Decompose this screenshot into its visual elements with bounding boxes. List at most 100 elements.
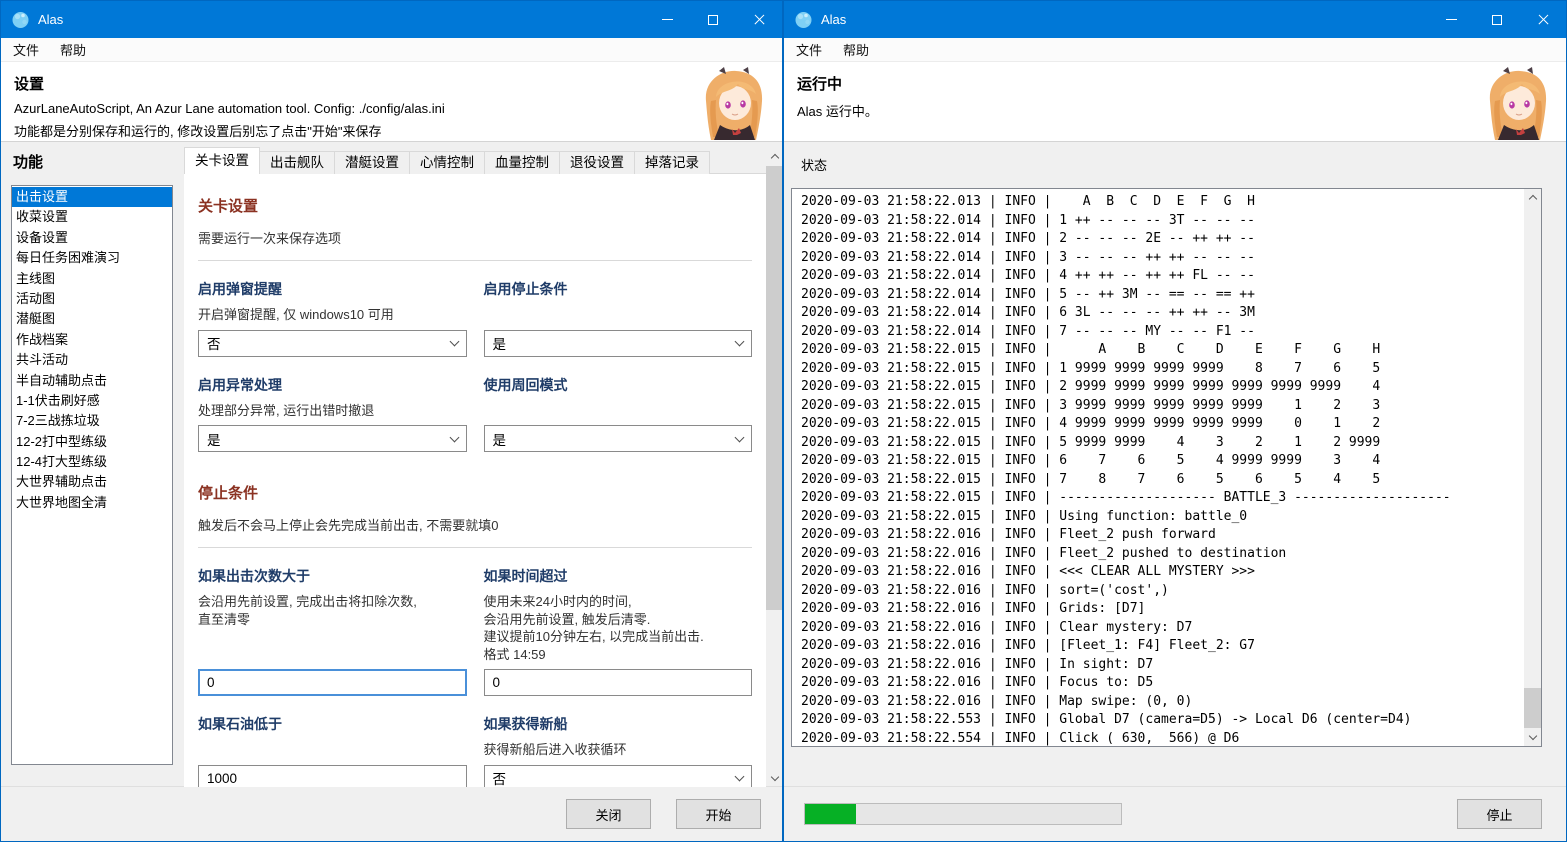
tab[interactable]: 关卡设置 bbox=[184, 147, 260, 174]
close-button[interactable]: 关闭 bbox=[566, 799, 651, 829]
section-title-stop: 停止条件 bbox=[198, 482, 752, 503]
bottom-bar: 关闭 开始 bbox=[1, 786, 782, 841]
dropdown[interactable]: 是 bbox=[484, 330, 753, 357]
tab[interactable]: 出击舰队 bbox=[259, 151, 335, 174]
scrollbar-up-icon[interactable] bbox=[766, 148, 783, 165]
text-input[interactable]: 0 bbox=[198, 669, 467, 696]
start-button[interactable]: 开始 bbox=[676, 799, 761, 829]
tab[interactable]: 掉落记录 bbox=[634, 151, 710, 174]
dropdown[interactable]: 否 bbox=[484, 765, 753, 788]
sidebar-item[interactable]: 出击设置 bbox=[12, 187, 172, 207]
section-subtitle-stop: 触发后不会马上停止会先完成当前出击, 不需要就填0 bbox=[198, 515, 752, 534]
sidebar-item[interactable]: 收菜设置 bbox=[12, 207, 172, 227]
section-title: 关卡设置 bbox=[198, 195, 752, 216]
description-line: 处理部分异常, 运行出错时撤退 bbox=[198, 402, 467, 420]
sidebar-item[interactable]: 1-1伏击刷好感 bbox=[12, 391, 172, 411]
maximize-icon bbox=[708, 15, 718, 25]
log-line: 2020-09-03 21:58:22.016 | INFO | <<< CLE… bbox=[801, 563, 1524, 582]
sidebar-item[interactable]: 7-2三战拣垃圾 bbox=[12, 411, 172, 431]
log-box[interactable]: 2020-09-03 21:58:22.013 | INFO | A B C D… bbox=[791, 188, 1542, 747]
dropdown[interactable]: 否 bbox=[198, 330, 467, 357]
description-line: 格式 14:59 bbox=[484, 646, 753, 664]
log-line: 2020-09-03 21:58:22.014 | INFO | 3 -- --… bbox=[801, 249, 1524, 268]
scrollbar-thumb[interactable] bbox=[766, 166, 783, 610]
sidebar-item[interactable]: 12-4打大型练级 bbox=[12, 452, 172, 472]
sidebar-item[interactable]: 大世界辅助点击 bbox=[12, 472, 172, 492]
maximize-button[interactable] bbox=[690, 1, 736, 38]
sidebar-item[interactable]: 潜艇图 bbox=[12, 309, 172, 329]
field-label: 如果石油低于 bbox=[198, 714, 467, 734]
form-rows-top: 启用弹窗提醒开启弹窗提醒, 仅 windows10 可用否启用停止条件是启用异常… bbox=[198, 279, 752, 452]
minimize-button[interactable] bbox=[644, 1, 690, 38]
sidebar-item[interactable]: 作战档案 bbox=[12, 330, 172, 350]
stop-button[interactable]: 停止 bbox=[1457, 799, 1542, 829]
window-title: Alas bbox=[821, 12, 846, 27]
minimize-icon bbox=[1446, 19, 1457, 20]
log-line: 2020-09-03 21:58:22.014 | INFO | 2 -- --… bbox=[801, 230, 1524, 249]
runner-window: Alas 文件 帮助 运行中 Alas 运行中。 状态 bbox=[783, 0, 1567, 842]
log-content: 2020-09-03 21:58:22.013 | INFO | A B C D… bbox=[792, 189, 1524, 746]
log-line: 2020-09-03 21:58:22.016 | INFO | Grids: … bbox=[801, 600, 1524, 619]
form-field: 如果石油低于 1000 bbox=[198, 714, 467, 787]
field-label: 启用异常处理 bbox=[198, 375, 467, 395]
form-row: 启用弹窗提醒开启弹窗提醒, 仅 windows10 可用否启用停止条件是 bbox=[198, 279, 752, 357]
log-scrollbar[interactable] bbox=[1524, 189, 1541, 746]
sidebar-item[interactable]: 12-2打中型练级 bbox=[12, 432, 172, 452]
close-window-button[interactable] bbox=[736, 1, 782, 38]
log-line: 2020-09-03 21:58:22.015 | INFO | 3 9999 … bbox=[801, 397, 1524, 416]
maximize-button[interactable] bbox=[1474, 1, 1520, 38]
tab[interactable]: 退役设置 bbox=[559, 151, 635, 174]
content-scrollbar[interactable] bbox=[766, 148, 783, 787]
progress-fill bbox=[805, 804, 856, 824]
dropdown-value: 是 bbox=[207, 429, 221, 449]
scrollbar-down-icon[interactable] bbox=[1524, 729, 1541, 746]
tab-bar: 关卡设置出击舰队潜艇设置心情控制血量控制退役设置掉落记录 bbox=[184, 147, 709, 174]
sidebar-item[interactable]: 半自动辅助点击 bbox=[12, 371, 172, 391]
dropdown[interactable]: 是 bbox=[198, 425, 467, 452]
field-description: 开启弹窗提醒, 仅 windows10 可用 bbox=[198, 306, 467, 324]
menu-item-help[interactable]: 帮助 bbox=[843, 40, 869, 59]
menu-item-help[interactable]: 帮助 bbox=[60, 40, 86, 59]
field-label: 如果时间超过 bbox=[484, 566, 753, 586]
page-description: Alas 运行中。 bbox=[797, 101, 1476, 120]
scrollbar-up-icon[interactable] bbox=[1524, 189, 1541, 206]
minimize-button[interactable] bbox=[1428, 1, 1474, 38]
log-line: 2020-09-03 21:58:22.015 | INFO | 2 9999 … bbox=[801, 378, 1524, 397]
chevron-down-icon bbox=[449, 337, 459, 347]
menu-item-file[interactable]: 文件 bbox=[796, 40, 822, 59]
app-header: 运行中 Alas 运行中。 bbox=[784, 62, 1566, 142]
page-description: AzurLaneAutoScript, An Azur Lane automat… bbox=[14, 101, 692, 116]
field-description: 会沿用先前设置, 完成出击将扣除次数,直至清零 bbox=[198, 593, 467, 628]
sidebar-item[interactable]: 活动图 bbox=[12, 289, 172, 309]
text-input[interactable]: 0 bbox=[484, 669, 753, 696]
form-rows-bottom: 如果出击次数大于会沿用先前设置, 完成出击将扣除次数,直至清零0如果时间超过使用… bbox=[198, 566, 752, 787]
sidebar-item[interactable]: 每日任务困难演习 bbox=[12, 248, 172, 268]
scrollbar-down-icon[interactable] bbox=[766, 770, 783, 787]
description-line: 直至清零 bbox=[198, 611, 467, 629]
field-label: 如果出击次数大于 bbox=[198, 566, 467, 586]
page-hint: 功能都是分别保存和运行的, 修改设置后别忘了点击"开始"来保存 bbox=[14, 121, 692, 140]
close-icon bbox=[1537, 13, 1550, 26]
chevron-down-icon bbox=[735, 772, 745, 782]
sidebar-item[interactable]: 共斗活动 bbox=[12, 350, 172, 370]
tab[interactable]: 潜艇设置 bbox=[334, 151, 410, 174]
sidebar-item[interactable]: 主线图 bbox=[12, 269, 172, 289]
close-window-button[interactable] bbox=[1520, 1, 1566, 38]
sidebar-item[interactable]: 大世界地图全清 bbox=[12, 493, 172, 513]
log-line: 2020-09-03 21:58:22.016 | INFO | Map swi… bbox=[801, 693, 1524, 712]
sidebar-item[interactable]: 设备设置 bbox=[12, 228, 172, 248]
dropdown[interactable]: 是 bbox=[484, 425, 753, 452]
description-line: 获得新船后进入收获循环 bbox=[484, 741, 753, 759]
form-row: 启用异常处理处理部分异常, 运行出错时撤退是使用周回模式是 bbox=[198, 375, 752, 453]
scrollbar-thumb[interactable] bbox=[1524, 688, 1541, 728]
menu-item-file[interactable]: 文件 bbox=[13, 40, 39, 59]
log-line: 2020-09-03 21:58:22.014 | INFO | 7 -- --… bbox=[801, 323, 1524, 342]
tab[interactable]: 血量控制 bbox=[484, 151, 560, 174]
text-input[interactable]: 1000 bbox=[198, 765, 467, 788]
tab[interactable]: 心情控制 bbox=[409, 151, 485, 174]
titlebar[interactable]: Alas bbox=[1, 1, 782, 38]
status-label: 状态 bbox=[801, 155, 827, 174]
log-line: 2020-09-03 21:58:22.016 | INFO | Fleet_2… bbox=[801, 526, 1524, 545]
log-line: 2020-09-03 21:58:22.015 | INFO | 7 8 7 6… bbox=[801, 471, 1524, 490]
titlebar[interactable]: Alas bbox=[784, 1, 1566, 38]
